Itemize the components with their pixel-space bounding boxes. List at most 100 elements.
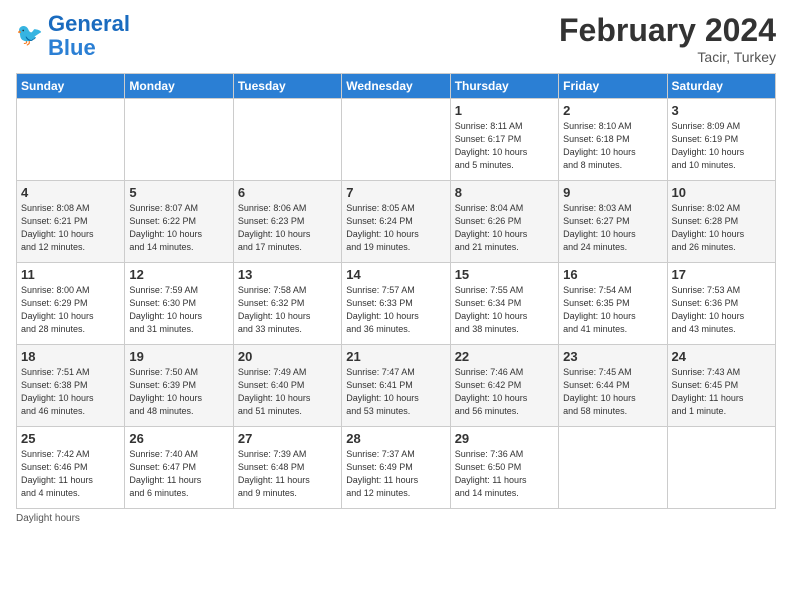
day-info: Sunrise: 7:53 AM Sunset: 6:36 PM Dayligh… <box>672 284 771 336</box>
day-info: Sunrise: 7:37 AM Sunset: 6:49 PM Dayligh… <box>346 448 445 500</box>
calendar-cell: 13Sunrise: 7:58 AM Sunset: 6:32 PM Dayli… <box>233 263 341 345</box>
calendar-cell: 29 Sunrise: 7:36 AM Sunset: 6:50 PM Dayli… <box>450 427 558 509</box>
calendar-cell <box>559 427 667 509</box>
location-subtitle: Tacir, Turkey <box>559 49 776 65</box>
col-friday: Friday <box>559 74 667 99</box>
day-number: 23 <box>563 349 662 364</box>
day-info: Sunrise: 7:43 AM Sunset: 6:45 PM Dayligh… <box>672 366 771 418</box>
day-info: Sunrise: 7:40 AM Sunset: 6:47 PM Dayligh… <box>129 448 228 500</box>
day-info: Sunrise: 7:50 AM Sunset: 6:39 PM Dayligh… <box>129 366 228 418</box>
day-number: 5 <box>129 185 228 200</box>
day-number: 9 <box>563 185 662 200</box>
calendar-week-5: 25Sunrise: 7:42 AM Sunset: 6:46 PM Dayli… <box>17 427 776 509</box>
col-tuesday: Tuesday <box>233 74 341 99</box>
calendar-week-2: 4 Sunrise: 8:08 AM Sunset: 6:21 PM Daylig… <box>17 181 776 263</box>
day-info: Sunrise: 7:49 AM Sunset: 6:40 PM Dayligh… <box>238 366 337 418</box>
calendar-cell: 19 Sunrise: 7:50 AM Sunset: 6:39 PM Dayli… <box>125 345 233 427</box>
calendar-cell <box>667 427 775 509</box>
calendar-cell: 26 Sunrise: 7:40 AM Sunset: 6:47 PM Dayli… <box>125 427 233 509</box>
logo-text: General <box>48 12 130 36</box>
col-monday: Monday <box>125 74 233 99</box>
calendar-cell: 11 Sunrise: 8:00 AM Sunset: 6:29 PM Dayli… <box>17 263 125 345</box>
page: 🐦 General Blue February 2024 Tacir, Turk… <box>0 0 792 532</box>
calendar-cell: 28Sunrise: 7:37 AM Sunset: 6:49 PM Dayli… <box>342 427 450 509</box>
calendar-cell: 7 Sunrise: 8:05 AM Sunset: 6:24 PM Daylig… <box>342 181 450 263</box>
day-info: Sunrise: 7:51 AM Sunset: 6:38 PM Dayligh… <box>21 366 120 418</box>
day-info: Sunrise: 8:03 AM Sunset: 6:27 PM Dayligh… <box>563 202 662 254</box>
header: 🐦 General Blue February 2024 Tacir, Turk… <box>16 12 776 65</box>
day-number: 7 <box>346 185 445 200</box>
day-number: 27 <box>238 431 337 446</box>
calendar-cell: 15Sunrise: 7:55 AM Sunset: 6:34 PM Dayli… <box>450 263 558 345</box>
calendar-cell: 27 Sunrise: 7:39 AM Sunset: 6:48 PM Dayli… <box>233 427 341 509</box>
day-info: Sunrise: 8:05 AM Sunset: 6:24 PM Dayligh… <box>346 202 445 254</box>
day-number: 4 <box>21 185 120 200</box>
day-info: Sunrise: 7:39 AM Sunset: 6:48 PM Dayligh… <box>238 448 337 500</box>
day-info: Sunrise: 8:07 AM Sunset: 6:22 PM Dayligh… <box>129 202 228 254</box>
calendar-cell: 2Sunrise: 8:10 AM Sunset: 6:18 PM Daylig… <box>559 99 667 181</box>
day-number: 17 <box>672 267 771 282</box>
day-number: 19 <box>129 349 228 364</box>
day-info: Sunrise: 8:00 AM Sunset: 6:29 PM Dayligh… <box>21 284 120 336</box>
day-info: Sunrise: 7:47 AM Sunset: 6:41 PM Dayligh… <box>346 366 445 418</box>
calendar-cell: 21 Sunrise: 7:47 AM Sunset: 6:41 PM Dayli… <box>342 345 450 427</box>
calendar-cell: 20 Sunrise: 7:49 AM Sunset: 6:40 PM Dayli… <box>233 345 341 427</box>
day-info: Sunrise: 8:04 AM Sunset: 6:26 PM Dayligh… <box>455 202 554 254</box>
day-number: 18 <box>21 349 120 364</box>
day-info: Sunrise: 7:59 AM Sunset: 6:30 PM Dayligh… <box>129 284 228 336</box>
day-number: 11 <box>21 267 120 282</box>
calendar-cell: 6 Sunrise: 8:06 AM Sunset: 6:23 PM Daylig… <box>233 181 341 263</box>
day-info: Sunrise: 7:45 AM Sunset: 6:44 PM Dayligh… <box>563 366 662 418</box>
day-number: 29 <box>455 431 554 446</box>
day-info: Sunrise: 7:54 AM Sunset: 6:35 PM Dayligh… <box>563 284 662 336</box>
calendar-cell <box>125 99 233 181</box>
col-saturday: Saturday <box>667 74 775 99</box>
day-number: 12 <box>129 267 228 282</box>
logo-text2: Blue <box>48 36 130 60</box>
day-number: 3 <box>672 103 771 118</box>
day-number: 21 <box>346 349 445 364</box>
calendar-week-4: 18 Sunrise: 7:51 AM Sunset: 6:38 PM Dayli… <box>17 345 776 427</box>
day-number: 2 <box>563 103 662 118</box>
day-number: 26 <box>129 431 228 446</box>
calendar-cell <box>233 99 341 181</box>
calendar-cell: 16 Sunrise: 7:54 AM Sunset: 6:35 PM Dayli… <box>559 263 667 345</box>
daylight-label: Daylight hours <box>16 513 80 524</box>
day-number: 1 <box>455 103 554 118</box>
calendar-cell: 8Sunrise: 8:04 AM Sunset: 6:26 PM Daylig… <box>450 181 558 263</box>
day-number: 13 <box>238 267 337 282</box>
day-number: 16 <box>563 267 662 282</box>
day-info: Sunrise: 8:06 AM Sunset: 6:23 PM Dayligh… <box>238 202 337 254</box>
footer: Daylight hours <box>16 513 776 524</box>
calendar-cell: 14Sunrise: 7:57 AM Sunset: 6:33 PM Dayli… <box>342 263 450 345</box>
calendar-cell: 25Sunrise: 7:42 AM Sunset: 6:46 PM Dayli… <box>17 427 125 509</box>
header-row: Sunday Monday Tuesday Wednesday Thursday… <box>17 74 776 99</box>
day-number: 14 <box>346 267 445 282</box>
calendar-cell: 10 Sunrise: 8:02 AM Sunset: 6:28 PM Dayli… <box>667 181 775 263</box>
day-number: 10 <box>672 185 771 200</box>
day-info: Sunrise: 7:36 AM Sunset: 6:50 PM Dayligh… <box>455 448 554 500</box>
day-number: 24 <box>672 349 771 364</box>
calendar-cell: 22 Sunrise: 7:46 AM Sunset: 6:42 PM Dayli… <box>450 345 558 427</box>
calendar-cell: 3Sunrise: 8:09 AM Sunset: 6:19 PM Daylig… <box>667 99 775 181</box>
day-info: Sunrise: 7:46 AM Sunset: 6:42 PM Dayligh… <box>455 366 554 418</box>
calendar-cell: 24 Sunrise: 7:43 AM Sunset: 6:45 PM Dayli… <box>667 345 775 427</box>
day-number: 6 <box>238 185 337 200</box>
day-number: 20 <box>238 349 337 364</box>
day-info: Sunrise: 8:02 AM Sunset: 6:28 PM Dayligh… <box>672 202 771 254</box>
day-number: 22 <box>455 349 554 364</box>
svg-text:🐦: 🐦 <box>16 22 43 47</box>
day-info: Sunrise: 8:08 AM Sunset: 6:21 PM Dayligh… <box>21 202 120 254</box>
calendar-cell: 17 Sunrise: 7:53 AM Sunset: 6:36 PM Dayli… <box>667 263 775 345</box>
title-block: February 2024 Tacir, Turkey <box>559 12 776 65</box>
col-thursday: Thursday <box>450 74 558 99</box>
day-number: 15 <box>455 267 554 282</box>
day-number: 25 <box>21 431 120 446</box>
calendar-cell: 23 Sunrise: 7:45 AM Sunset: 6:44 PM Dayli… <box>559 345 667 427</box>
logo-icon: 🐦 <box>16 22 44 50</box>
col-sunday: Sunday <box>17 74 125 99</box>
month-title: February 2024 <box>559 12 776 49</box>
calendar-week-3: 11 Sunrise: 8:00 AM Sunset: 6:29 PM Dayli… <box>17 263 776 345</box>
calendar-cell: 18 Sunrise: 7:51 AM Sunset: 6:38 PM Dayli… <box>17 345 125 427</box>
calendar-cell: 12 Sunrise: 7:59 AM Sunset: 6:30 PM Dayli… <box>125 263 233 345</box>
